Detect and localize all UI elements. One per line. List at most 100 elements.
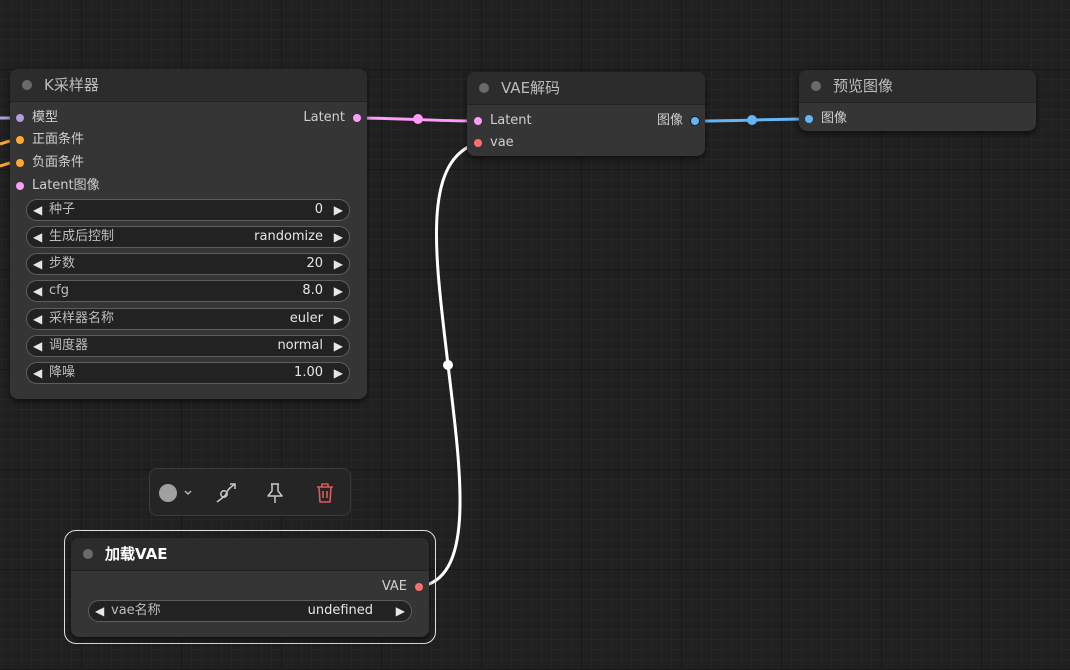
bypass-icon xyxy=(216,483,236,503)
decrement-arrow-icon[interactable]: ◀ xyxy=(33,309,42,329)
output-slot-vae[interactable]: VAE xyxy=(323,578,423,596)
bypass-button[interactable] xyxy=(212,479,240,507)
widget-name: 采样器名称 xyxy=(49,311,115,326)
increment-arrow-icon[interactable]: ▶ xyxy=(334,336,343,356)
slot-label: VAE xyxy=(381,579,407,594)
delete-button[interactable] xyxy=(311,479,339,507)
widget-cfg[interactable]: ◀ cfg 8.0 ▶ xyxy=(26,280,350,302)
slot-label: vae xyxy=(490,135,514,150)
increment-arrow-icon[interactable]: ▶ xyxy=(334,281,343,301)
pin-icon xyxy=(267,483,283,503)
slot-dot-icon[interactable] xyxy=(16,136,24,144)
slot-dot-icon[interactable] xyxy=(474,139,482,147)
widget-name: vae名称 xyxy=(111,603,161,618)
decrement-arrow-icon[interactable]: ◀ xyxy=(33,281,42,301)
widget-value: 0 xyxy=(314,202,323,217)
slot-label: 图像 xyxy=(656,113,683,128)
input-slot-latent-image[interactable]: Latent图像 xyxy=(16,177,176,195)
node-title: K采样器 xyxy=(44,76,99,94)
slot-dot-icon[interactable] xyxy=(16,182,24,190)
decrement-arrow-icon[interactable]: ◀ xyxy=(33,363,42,383)
wire-vae-midpoint xyxy=(443,360,453,370)
selection-toolbox xyxy=(149,468,351,516)
increment-arrow-icon[interactable]: ▶ xyxy=(334,227,343,247)
node-title: VAE解码 xyxy=(501,79,561,97)
increment-arrow-icon[interactable]: ▶ xyxy=(396,601,405,621)
slot-label: 负面条件 xyxy=(32,155,85,170)
slot-label: Latent xyxy=(490,113,532,128)
input-slot-model[interactable]: 模型 xyxy=(16,109,176,127)
widget-name: 种子 xyxy=(49,202,76,217)
widget-value: 20 xyxy=(306,256,323,271)
widget-name: 生成后控制 xyxy=(49,229,115,244)
collapse-dot-icon[interactable] xyxy=(22,80,32,90)
widget-value: 1.00 xyxy=(294,365,323,380)
increment-arrow-icon[interactable]: ▶ xyxy=(334,200,343,220)
trash-icon xyxy=(317,483,333,503)
vae-decode-title-bar[interactable]: VAE解码 xyxy=(467,72,705,105)
color-picker-button[interactable] xyxy=(156,479,196,507)
input-slot-negative[interactable]: 负面条件 xyxy=(16,154,176,172)
preview-image-title-bar[interactable]: 预览图像 xyxy=(799,70,1036,103)
decrement-arrow-icon[interactable]: ◀ xyxy=(33,254,42,274)
wire-positive-in xyxy=(0,139,11,146)
wire-latent-midpoint xyxy=(413,114,423,124)
load-vae-title-bar[interactable]: 加载VAE xyxy=(71,538,429,571)
widget-control-after-generate[interactable]: ◀ 生成后控制 randomize ▶ xyxy=(26,226,350,248)
node-canvas[interactable]: K采样器 模型 正面条件 负面条件 Latent图像 Latent ◀ 种子 0… xyxy=(0,0,1070,670)
slot-label: Latent图像 xyxy=(32,178,100,193)
slot-label: Latent xyxy=(303,110,345,125)
widget-scheduler[interactable]: ◀ 调度器 normal ▶ xyxy=(26,335,350,357)
slot-dot-icon[interactable] xyxy=(16,159,24,167)
load-vae-node[interactable]: 加载VAE VAE ◀ vae名称 undefined ▶ xyxy=(71,538,429,637)
slot-label: 正面条件 xyxy=(32,132,85,147)
widget-value: undefined xyxy=(307,603,373,618)
increment-arrow-icon[interactable]: ▶ xyxy=(334,254,343,274)
decrement-arrow-icon[interactable]: ◀ xyxy=(95,601,104,621)
slot-dot-icon[interactable] xyxy=(353,114,361,122)
input-slot-image[interactable]: 图像 xyxy=(805,110,915,128)
increment-arrow-icon[interactable]: ▶ xyxy=(334,309,343,329)
preview-image-node[interactable]: 预览图像 图像 xyxy=(799,70,1036,131)
decrement-arrow-icon[interactable]: ◀ xyxy=(33,227,42,247)
ksampler-title-bar[interactable]: K采样器 xyxy=(10,69,367,102)
node-title: 预览图像 xyxy=(833,77,894,95)
widget-name: cfg xyxy=(49,283,69,298)
decrement-arrow-icon[interactable]: ◀ xyxy=(33,200,42,220)
widget-name: 调度器 xyxy=(49,338,89,353)
slot-label: 图像 xyxy=(821,111,848,126)
widget-seed[interactable]: ◀ 种子 0 ▶ xyxy=(26,199,350,221)
input-slot-vae[interactable]: vae xyxy=(474,134,584,152)
color-picker-icon xyxy=(159,484,192,502)
slot-dot-icon[interactable] xyxy=(415,583,423,591)
wire-image-midpoint xyxy=(747,115,757,125)
output-slot-image[interactable]: 图像 xyxy=(599,112,699,130)
increment-arrow-icon[interactable]: ▶ xyxy=(334,363,343,383)
collapse-dot-icon[interactable] xyxy=(479,83,489,93)
output-slot-latent[interactable]: Latent xyxy=(241,109,361,127)
widget-name: 步数 xyxy=(49,256,76,271)
slot-dot-icon[interactable] xyxy=(474,117,482,125)
slot-label: 模型 xyxy=(32,110,59,125)
widget-denoise[interactable]: ◀ 降噪 1.00 ▶ xyxy=(26,362,350,384)
slot-dot-icon[interactable] xyxy=(691,117,699,125)
widget-name: 降噪 xyxy=(49,365,76,380)
vae-decode-node[interactable]: VAE解码 Latent vae 图像 xyxy=(467,72,705,156)
node-title: 加载VAE xyxy=(105,545,168,563)
wire-negative-in xyxy=(0,161,11,168)
widget-value: normal xyxy=(277,338,323,353)
widget-steps[interactable]: ◀ 步数 20 ▶ xyxy=(26,253,350,275)
slot-dot-icon[interactable] xyxy=(16,114,24,122)
collapse-dot-icon[interactable] xyxy=(811,81,821,91)
decrement-arrow-icon[interactable]: ◀ xyxy=(33,336,42,356)
input-slot-positive[interactable]: 正面条件 xyxy=(16,131,176,149)
widget-vae-name[interactable]: ◀ vae名称 undefined ▶ xyxy=(88,600,412,622)
widget-sampler-name[interactable]: ◀ 采样器名称 euler ▶ xyxy=(26,308,350,330)
collapse-dot-icon[interactable] xyxy=(83,549,93,559)
slot-dot-icon[interactable] xyxy=(805,115,813,123)
widget-value: 8.0 xyxy=(302,283,323,298)
ksampler-node[interactable]: K采样器 模型 正面条件 负面条件 Latent图像 Latent ◀ 种子 0… xyxy=(10,69,367,399)
input-slot-latent[interactable]: Latent xyxy=(474,112,584,130)
widget-value: euler xyxy=(289,311,323,326)
pin-button[interactable] xyxy=(261,479,289,507)
